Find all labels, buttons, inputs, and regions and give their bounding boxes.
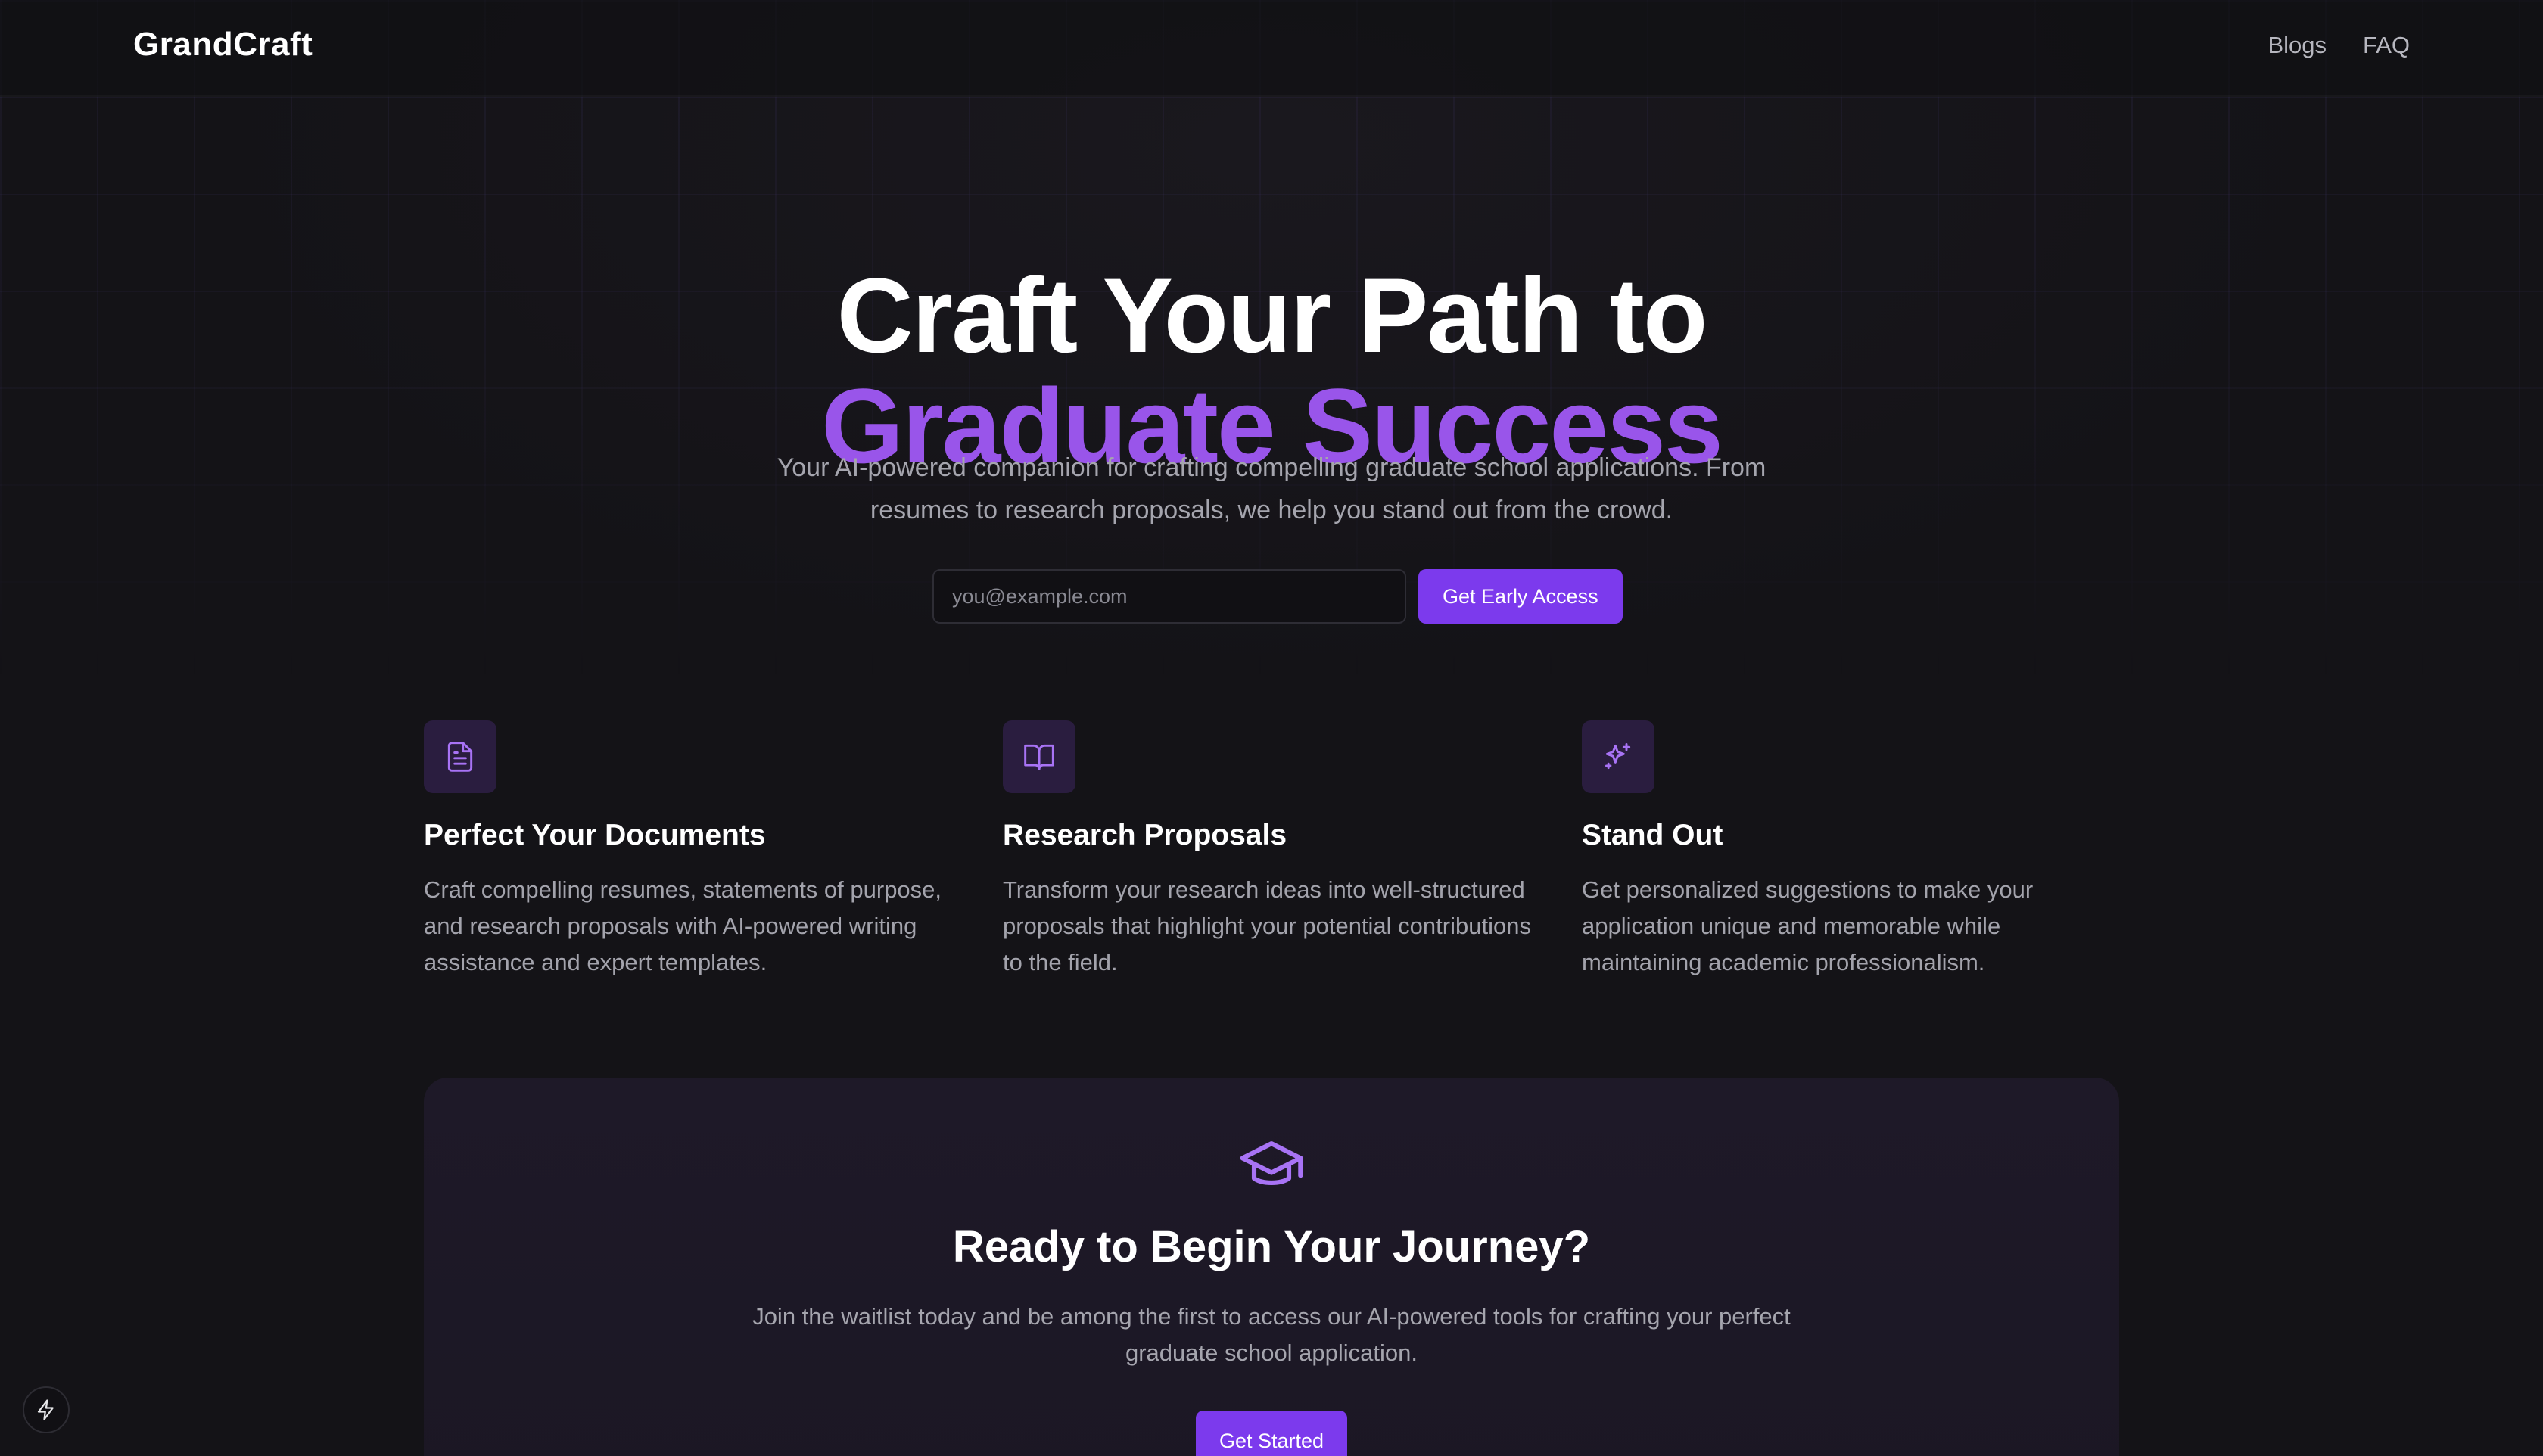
top-header: GrandCraft Blogs FAQ [0,0,2543,97]
features-section: Perfect Your Documents Craft compelling … [424,720,2119,981]
waitlist-form: Get Early Access [932,569,1623,624]
hero-subtitle: Your AI-powered companion for crafting c… [777,453,1766,524]
graduation-cap-icon [1240,1141,1303,1185]
nav-link-blogs[interactable]: Blogs [2268,32,2327,59]
get-early-access-button[interactable]: Get Early Access [1418,569,1623,624]
feature-card: Perfect Your Documents Craft compelling … [424,720,961,981]
get-started-button[interactable]: Get Started [1196,1411,1347,1456]
feature-title: Research Proposals [1003,819,1287,851]
cta-description: Join the waitlist today and be among the… [752,1303,1791,1366]
lightning-icon [37,1399,54,1420]
feature-description: Craft compelling resumes, statements of … [424,876,942,975]
document-icon [424,720,496,793]
feature-title: Perfect Your Documents [424,819,766,851]
feature-title: Stand Out [1582,819,1723,851]
book-open-icon [1003,720,1075,793]
nav-link-faq[interactable]: FAQ [2363,32,2410,59]
floating-action-button[interactable] [23,1386,70,1433]
email-input[interactable] [932,569,1406,624]
feature-card: Research Proposals Transform your resear… [1003,720,1540,981]
top-nav: Blogs FAQ [2268,32,2410,59]
feature-description: Transform your research ideas into well-… [1003,876,1531,975]
hero-title-line1: Craft Your Path to [836,255,1708,375]
feature-card: Stand Out Get personalized suggestions t… [1582,720,2119,981]
sparkles-icon [1582,720,1654,793]
page: GrandCraft Blogs FAQ Craft Your Path to … [0,0,2543,1456]
feature-description: Get personalized suggestions to make you… [1582,876,2034,975]
brand-logo[interactable]: GrandCraft [133,26,313,64]
cta-panel: Ready to Begin Your Journey? Join the wa… [424,1078,2119,1456]
cta-title: Ready to Begin Your Journey? [952,1222,1591,1271]
